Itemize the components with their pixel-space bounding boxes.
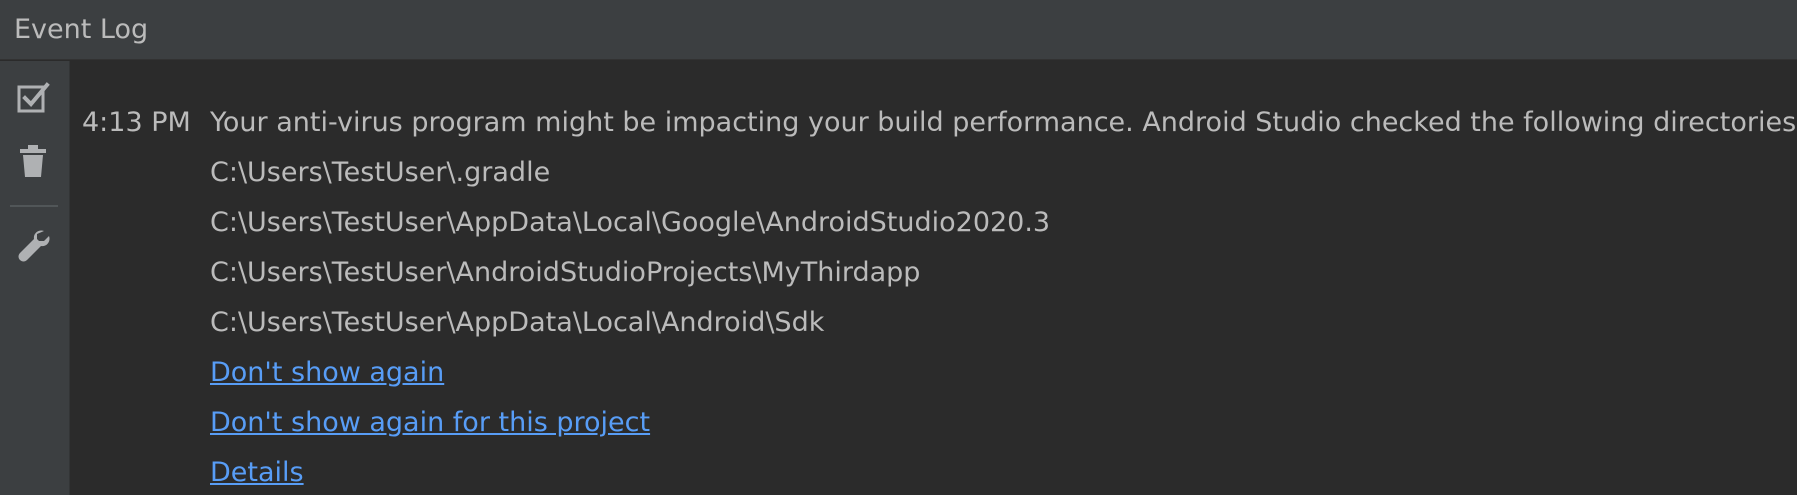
- entry-timestamp: 4:13 PM: [82, 107, 191, 138]
- event-log-content: 4:13 PM Your anti-virus program might be…: [70, 61, 1797, 495]
- log-entry: Your anti-virus program might be impacti…: [210, 105, 1797, 495]
- trash-icon: [20, 145, 46, 177]
- details-link[interactable]: Details: [210, 457, 304, 488]
- directory-path: C:\Users\TestUser\AppData\Local\Google\A…: [210, 207, 1051, 238]
- entry-message: Your anti-virus program might be impacti…: [210, 107, 1797, 138]
- checkbox-icon: [17, 82, 50, 113]
- dont-show-again-link[interactable]: Don't show again: [210, 357, 444, 388]
- tool-window-header: Event Log: [0, 0, 1797, 60]
- wrench-icon: [18, 230, 50, 262]
- directory-path: C:\Users\TestUser\AppData\Local\Android\…: [210, 307, 825, 338]
- clear-all-button[interactable]: [15, 143, 55, 183]
- event-log-toolbar: [0, 61, 70, 495]
- event-log-window: Event Log 4:13 PM Your anti-virus progra: [0, 0, 1797, 495]
- directory-path: C:\Users\TestUser\AndroidStudioProjects\…: [210, 257, 921, 288]
- tool-window-title: Event Log: [14, 14, 149, 45]
- directory-path: C:\Users\TestUser\.gradle: [210, 157, 551, 188]
- toolbar-divider: [10, 205, 58, 207]
- settings-button[interactable]: [15, 227, 55, 267]
- mark-all-read-button[interactable]: [15, 79, 55, 119]
- dont-show-again-project-link[interactable]: Don't show again for this project: [210, 407, 650, 438]
